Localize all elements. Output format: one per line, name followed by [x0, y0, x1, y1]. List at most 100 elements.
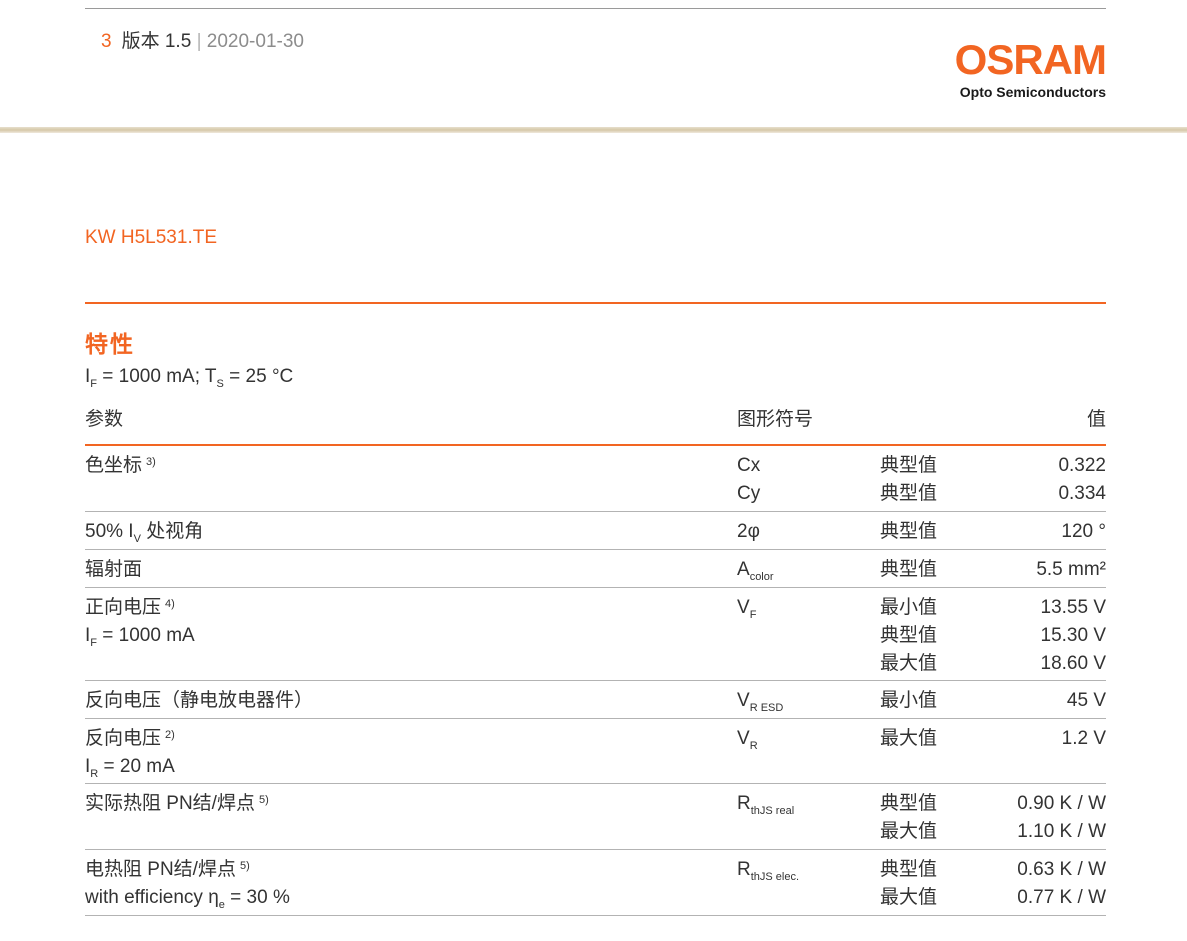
symbol-sub: F	[749, 609, 757, 621]
symbol: Cx	[737, 455, 761, 476]
symbol-cell: VR	[737, 725, 758, 753]
table-row: 反向电压（静电放电器件） VR ESD 最小值 45 V	[85, 681, 1106, 719]
type-cell: 典型值 最大值	[880, 790, 937, 846]
symbol: R	[737, 793, 751, 814]
value-type: 典型值	[880, 859, 938, 880]
symbol: V	[737, 728, 750, 749]
symbol-cell: RthJS real	[737, 790, 794, 818]
type-cell: 典型值 典型值	[880, 452, 937, 508]
table-row: 实际热阻 PN结/焊点 5) RthJS real 典型值最大值 0.90 K /…	[85, 784, 1106, 850]
value-type: 典型值	[880, 625, 938, 646]
value-type: 最大值	[880, 821, 938, 842]
section-divider	[85, 302, 1106, 304]
type-cell: 最小值 典型值 最大值	[880, 594, 937, 678]
param-sub: V	[133, 533, 141, 545]
version-label: 版本 1.5	[121, 31, 192, 52]
header-top-rule	[85, 8, 1106, 9]
symbol: V	[737, 690, 750, 711]
page-info: 3 版本 1.5 | 2020-01-30	[101, 26, 304, 53]
footnote-ref: 5)	[239, 860, 250, 872]
param-cell: 反向电压 2) IR = 20 mA	[85, 725, 175, 781]
value-type: 最大值	[880, 653, 938, 674]
column-header-symbol: 图形符号	[737, 409, 814, 430]
cond-if-value: = 1000 mA; T	[97, 366, 217, 387]
column-header-value: 值	[1086, 409, 1106, 430]
param-condition-value: = 20 mA	[98, 756, 175, 777]
table-row: 正向电压 4) IF = 1000 mA VF 最小值 典型值 最大值 13.55 V1…	[85, 588, 1106, 681]
param-label: 正向电压	[85, 597, 162, 618]
type-cell: 最大值	[880, 728, 938, 749]
value: 0.334	[1058, 483, 1106, 504]
param-label: 电热阻 PN结/焊点	[85, 859, 236, 880]
header-separator: |	[196, 31, 202, 52]
value-type: 典型值	[880, 793, 938, 814]
value-type: 最小值	[880, 597, 938, 618]
param-condition-value: = 30 %	[224, 887, 290, 908]
value-cell: 5.5 mm²	[1036, 559, 1106, 580]
osram-logo: OSRAM Opto Semiconductors	[906, 36, 1107, 101]
param-cell: 反向电压（静电放电器件）	[85, 690, 314, 711]
type-cell: 典型值	[880, 521, 938, 542]
value: 18.60 V	[1040, 653, 1107, 674]
symbol-sub: R ESD	[749, 702, 784, 714]
symbol-sub: R	[749, 740, 758, 752]
footnote-ref: 3)	[146, 456, 156, 468]
section-title: 特性	[85, 331, 135, 357]
type-cell: 典型值	[880, 559, 938, 580]
cond-if-sub: F	[90, 378, 98, 390]
symbol: R	[737, 859, 751, 880]
value-type: 典型值	[880, 483, 938, 504]
table-row: 电热阻 PN结/焊点 5) with efficiency ηe = 30 % Rt…	[85, 850, 1106, 916]
symbol: Cy	[737, 483, 761, 504]
param-cell: 辐射面	[85, 559, 143, 580]
value: 1.10 K / W	[1017, 821, 1106, 842]
column-header-param: 参数	[85, 409, 124, 430]
type-cell: 典型值 最大值	[880, 856, 937, 912]
cond-ts-sub: S	[216, 378, 224, 390]
value-type: 典型值	[880, 455, 938, 476]
symbol-cell: VF	[737, 594, 756, 622]
release-date: 2020-01-30	[206, 31, 304, 52]
symbol: V	[737, 597, 750, 618]
footnote-ref: 5)	[258, 794, 269, 806]
symbol-sub: color	[749, 571, 774, 583]
footnote-ref: 4)	[165, 598, 175, 610]
value: 0.322	[1058, 455, 1106, 476]
param-cell: 电热阻 PN结/焊点 5) with efficiency ηe = 30 %	[85, 856, 290, 912]
value-cell: 0.90 K / W 1.10 K / W	[1017, 790, 1106, 846]
value: 0.77 K / W	[1017, 887, 1106, 908]
symbol-cell: RthJS elec.	[737, 856, 799, 884]
value-type: 最大值	[880, 887, 938, 908]
value: 0.63 K / W	[1017, 859, 1106, 880]
param-label: 色坐标	[85, 455, 143, 476]
value-cell: 45 V	[1066, 690, 1106, 711]
symbol-sub: thJS real	[750, 805, 795, 817]
product-name: KW H5L531.TE	[85, 227, 217, 248]
type-cell: 最小值	[880, 690, 938, 711]
symbol-cell: 2φ	[737, 521, 760, 542]
footnote-ref: 2)	[165, 729, 175, 741]
test-conditions: IF = 1000 mA; TS = 25 °C	[85, 366, 294, 390]
param-condition-sub: F	[90, 637, 98, 649]
value: 15.30 V	[1040, 625, 1107, 646]
param-cell: 正向电压 4) IF = 1000 mA	[85, 594, 195, 650]
param-label: 反向电压	[85, 728, 162, 749]
cond-ts-value: = 25 °C	[223, 366, 294, 387]
value-cell: 1.2 V	[1061, 728, 1106, 749]
logo-wordmark: OSRAM	[954, 36, 1107, 83]
value-cell: 0.63 K / W 0.77 K / W	[1017, 856, 1106, 912]
table-row: 色坐标 3) Cx Cy 典型值 典型值 0.322 0.334	[85, 446, 1106, 512]
value-cell: 0.322 0.334	[1058, 452, 1106, 508]
param-cell: 实际热阻 PN结/焊点 5)	[85, 790, 269, 818]
table-row: 辐射面 Acolor 典型值 5.5 mm²	[85, 550, 1106, 588]
symbol-cell: Acolor	[737, 556, 774, 584]
param-condition: with efficiency η	[85, 887, 219, 908]
param-cell: 50% IV 处视角	[85, 518, 203, 546]
symbol-cell: Cx Cy	[737, 452, 760, 508]
symbol-sub: thJS elec.	[750, 871, 800, 883]
param-label-suffix: 处视角	[140, 521, 204, 542]
param-condition-value: = 1000 mA	[97, 625, 195, 646]
param-label: 实际热阻 PN结/焊点	[85, 793, 255, 814]
symbol-cell: VR ESD	[737, 687, 783, 715]
logo-subtitle: Opto Semiconductors	[959, 84, 1106, 100]
